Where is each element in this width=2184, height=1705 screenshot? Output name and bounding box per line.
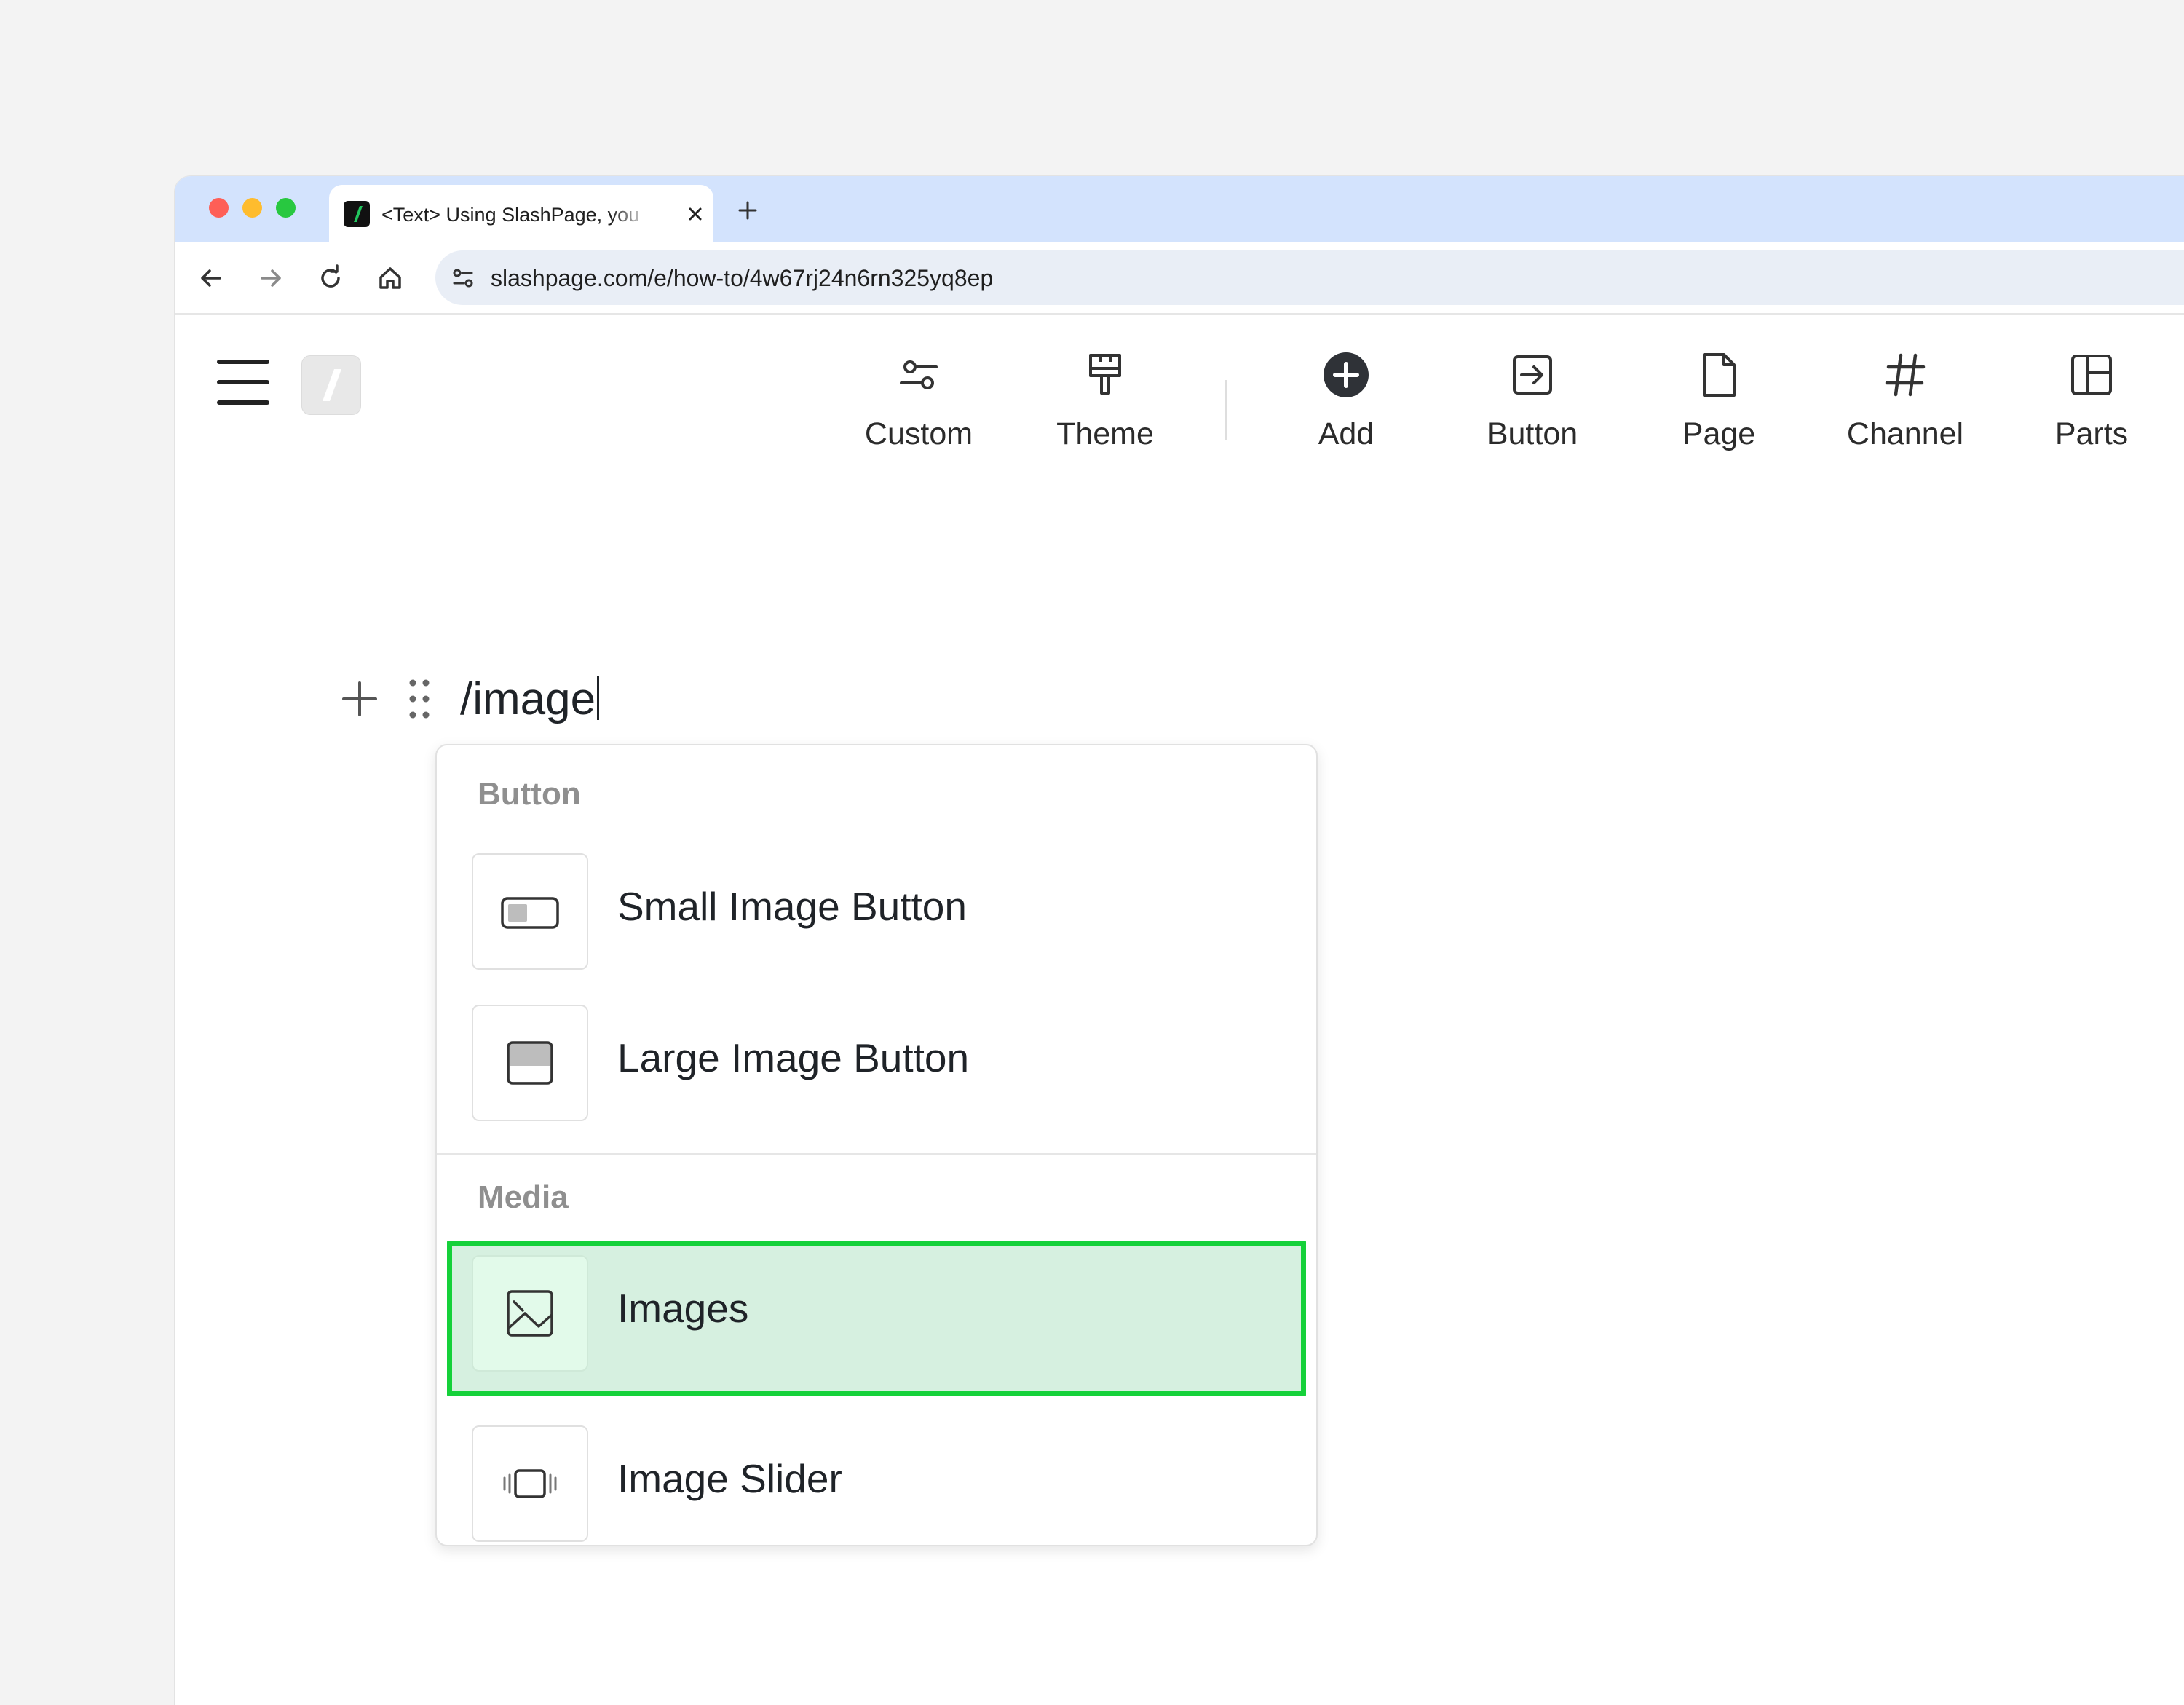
menu-item-label: Small Image Button: [617, 884, 967, 929]
minimize-window-button[interactable]: [242, 198, 262, 218]
sliders-icon: [900, 360, 938, 389]
back-icon[interactable]: [197, 264, 226, 293]
page-label: Page: [1682, 416, 1756, 451]
maximize-window-button[interactable]: [276, 198, 296, 218]
plus-circle-icon: [1324, 352, 1369, 397]
tab-strip: <Text> Using SlashPage, you: [175, 176, 2184, 242]
add-button[interactable]: Add: [1273, 351, 1419, 453]
layout-icon: [2071, 355, 2112, 395]
small-image-button-icon: [501, 897, 559, 929]
menu-item-label: Images: [617, 1286, 749, 1331]
section-title-media: Media: [478, 1179, 569, 1215]
page-icon: [1703, 353, 1736, 397]
forward-icon[interactable]: [256, 264, 285, 293]
menu-item-label: Image Slider: [617, 1456, 842, 1501]
button-button[interactable]: Button: [1460, 351, 1605, 453]
menu-divider: [437, 1153, 1316, 1155]
close-window-button[interactable]: [209, 198, 229, 218]
tab-title: <Text> Using SlashPage, you: [381, 204, 640, 226]
close-tab-icon[interactable]: [684, 203, 706, 225]
site-info-icon[interactable]: [450, 265, 476, 291]
editor-input[interactable]: /image: [460, 674, 600, 724]
browser-tab[interactable]: <Text> Using SlashPage, you: [329, 185, 713, 242]
small-image-button-tile: [472, 853, 588, 970]
drag-handle-icon[interactable]: [406, 677, 432, 721]
custom-button[interactable]: Custom: [846, 351, 992, 453]
theme-label: Theme: [1056, 416, 1154, 451]
arrow-right-box-icon: [1513, 355, 1552, 395]
home-icon[interactable]: [376, 264, 405, 293]
parts-button[interactable]: Parts: [2019, 351, 2164, 453]
add-block-icon[interactable]: [341, 680, 379, 718]
theme-button[interactable]: Theme: [1032, 351, 1178, 453]
app-header: Custom Theme Add Button Page Channel Par…: [175, 315, 2184, 497]
hash-icon: [1885, 353, 1926, 397]
address-bar[interactable]: slashpage.com/e/how-to/4w67rj24n6rn325yq…: [435, 250, 2184, 305]
large-image-button-tile: [472, 1005, 588, 1121]
image-slider-icon: [503, 1469, 557, 1498]
browser-toolbar: slashpage.com/e/how-to/4w67rj24n6rn325yq…: [175, 242, 2184, 315]
browser-window: <Text> Using SlashPage, you slashpage.co…: [175, 176, 2184, 1705]
image-icon: [507, 1290, 553, 1337]
channel-button[interactable]: Channel: [1832, 351, 1978, 453]
menu-item-label: Large Image Button: [617, 1035, 970, 1080]
button-label: Button: [1487, 416, 1578, 451]
add-label: Add: [1318, 416, 1374, 451]
text-caret: [597, 676, 600, 720]
page-button[interactable]: Page: [1646, 351, 1792, 453]
parts-label: Parts: [2054, 416, 2129, 451]
menu-item-image-slider[interactable]: Image Slider: [437, 1411, 1316, 1542]
toolbar-divider: [1225, 380, 1227, 440]
paint-roller-icon: [1089, 354, 1121, 395]
menu-item-large-image-button[interactable]: Large Image Button: [437, 990, 1316, 1121]
image-slider-tile: [472, 1425, 588, 1542]
slashpage-favicon-icon: [344, 201, 370, 227]
large-image-button-icon: [507, 1041, 553, 1085]
editor-block: /image: [175, 664, 2184, 729]
menu-item-images[interactable]: Images: [447, 1241, 1306, 1396]
slash-command-menu: Button Small Image Button Large Image Bu…: [435, 744, 1318, 1546]
slashpage-logo[interactable]: [301, 355, 361, 415]
url-text: slashpage.com/e/how-to/4w67rj24n6rn325yq…: [491, 265, 994, 291]
typed-text: /image: [460, 674, 596, 724]
menu-item-small-image-button[interactable]: Small Image Button: [437, 839, 1316, 970]
images-tile: [472, 1255, 588, 1372]
menu-icon[interactable]: [217, 360, 269, 405]
new-tab-icon[interactable]: [735, 198, 760, 223]
custom-label: Custom: [864, 416, 973, 451]
section-title-button: Button: [478, 776, 581, 812]
reload-icon[interactable]: [316, 264, 345, 293]
channel-label: Channel: [1846, 416, 1964, 451]
